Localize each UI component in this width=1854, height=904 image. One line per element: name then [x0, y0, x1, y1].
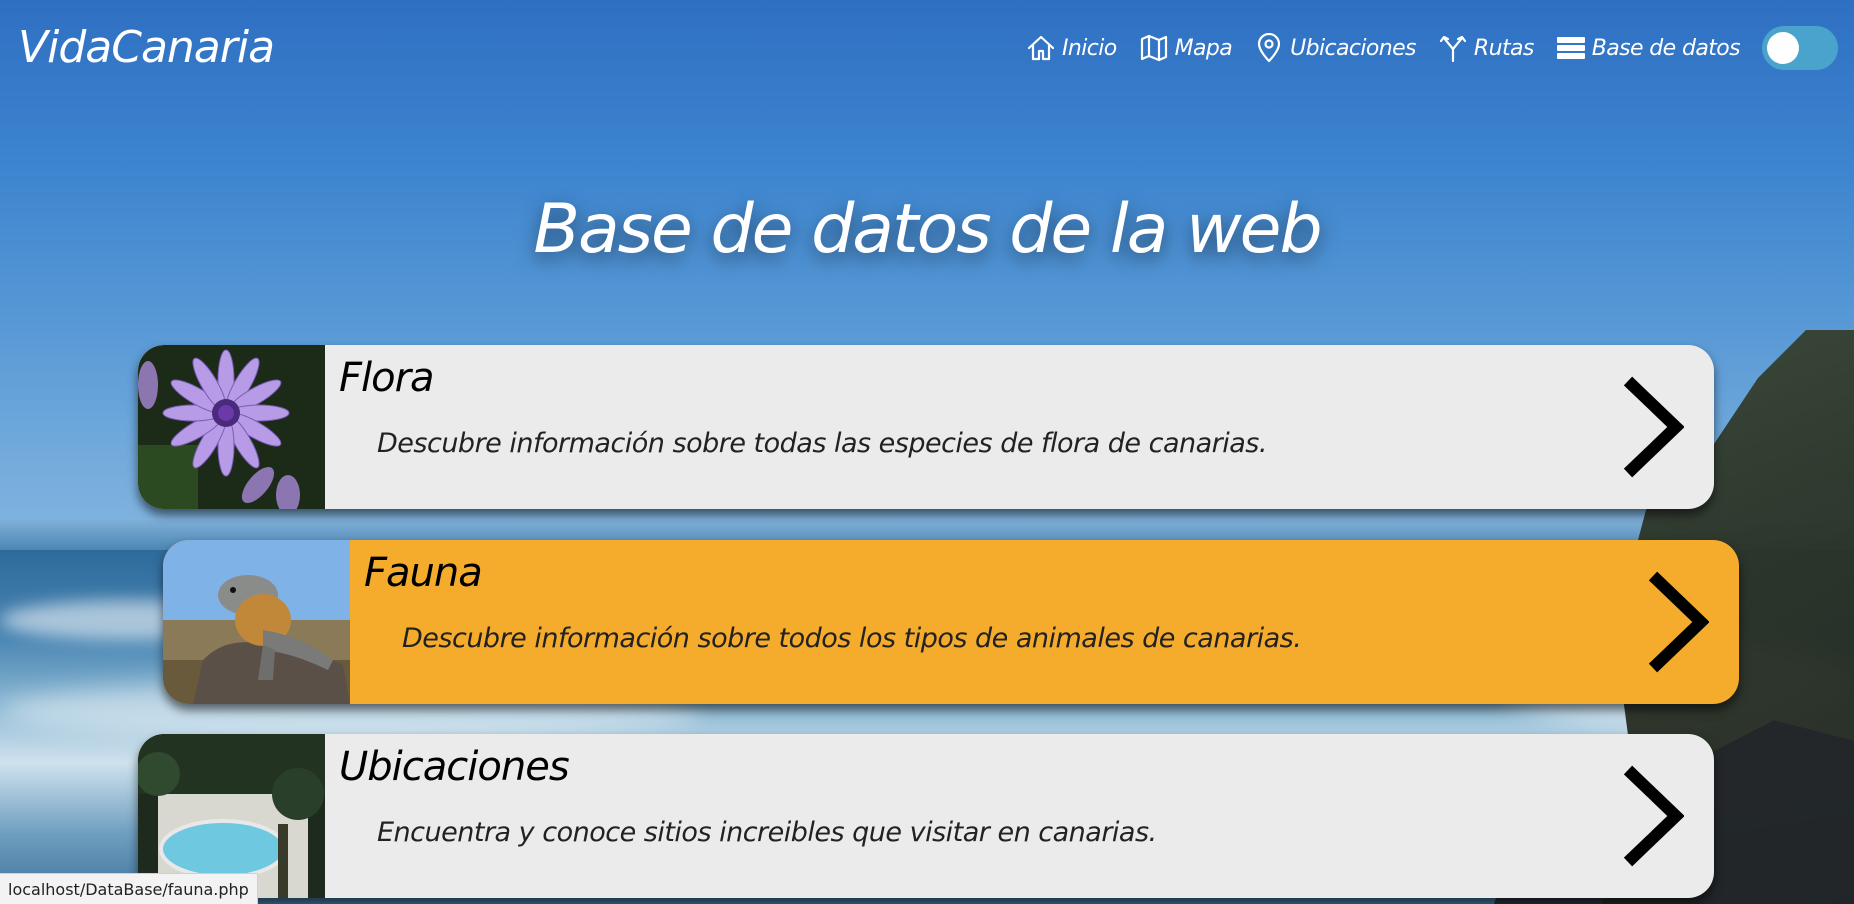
home-icon: [1027, 35, 1055, 61]
card-title: Flora: [339, 355, 435, 401]
route-fork-icon: [1439, 35, 1467, 63]
flora-image: [138, 345, 325, 509]
nav-label: Ubicaciones: [1290, 35, 1416, 61]
card-flora[interactable]: Flora Descubre información sobre todas l…: [138, 345, 1714, 509]
nav-item-base-de-datos[interactable]: Base de datos: [1556, 33, 1741, 63]
card-title: Fauna: [364, 550, 483, 596]
main-nav: Inicio Mapa Ubicaciones Rutas Base de da…: [1026, 26, 1854, 70]
card-description: Descubre información sobre todas las esp…: [377, 428, 1267, 459]
page-title: Base de datos de la web: [533, 190, 1322, 269]
map-icon: [1140, 34, 1167, 62]
nav-label: Inicio: [1062, 35, 1117, 61]
site-logo[interactable]: VidaCanaria: [18, 22, 275, 73]
chevron-right-icon[interactable]: [1645, 570, 1710, 674]
card-fauna[interactable]: Fauna Descubre información sobre todos l…: [163, 540, 1739, 704]
fauna-image: [163, 540, 350, 704]
card-description: Descubre información sobre todos los tip…: [402, 623, 1302, 654]
nav-label: Base de datos: [1591, 35, 1741, 61]
card-title: Ubicaciones: [339, 744, 570, 790]
theme-toggle[interactable]: [1762, 26, 1838, 70]
browser-status-bar: localhost/DataBase/fauna.php: [0, 873, 258, 904]
database-icon: [1556, 37, 1585, 59]
nav-label: Mapa: [1174, 35, 1233, 61]
nav-item-inicio[interactable]: Inicio: [1026, 33, 1117, 63]
card-description: Encuentra y conoce sitios increibles que…: [377, 817, 1157, 848]
toggle-knob: [1767, 32, 1799, 64]
nav-label: Rutas: [1473, 35, 1534, 61]
card-ubicaciones[interactable]: Ubicaciones Encuentra y conoce sitios in…: [138, 734, 1714, 898]
nav-item-mapa[interactable]: Mapa: [1139, 33, 1233, 63]
nav-item-ubicaciones[interactable]: Ubicaciones: [1254, 33, 1417, 63]
chevron-right-icon[interactable]: [1620, 764, 1685, 868]
nav-item-rutas[interactable]: Rutas: [1438, 33, 1534, 63]
location-pin-icon: [1258, 33, 1281, 63]
chevron-right-icon[interactable]: [1620, 375, 1685, 479]
